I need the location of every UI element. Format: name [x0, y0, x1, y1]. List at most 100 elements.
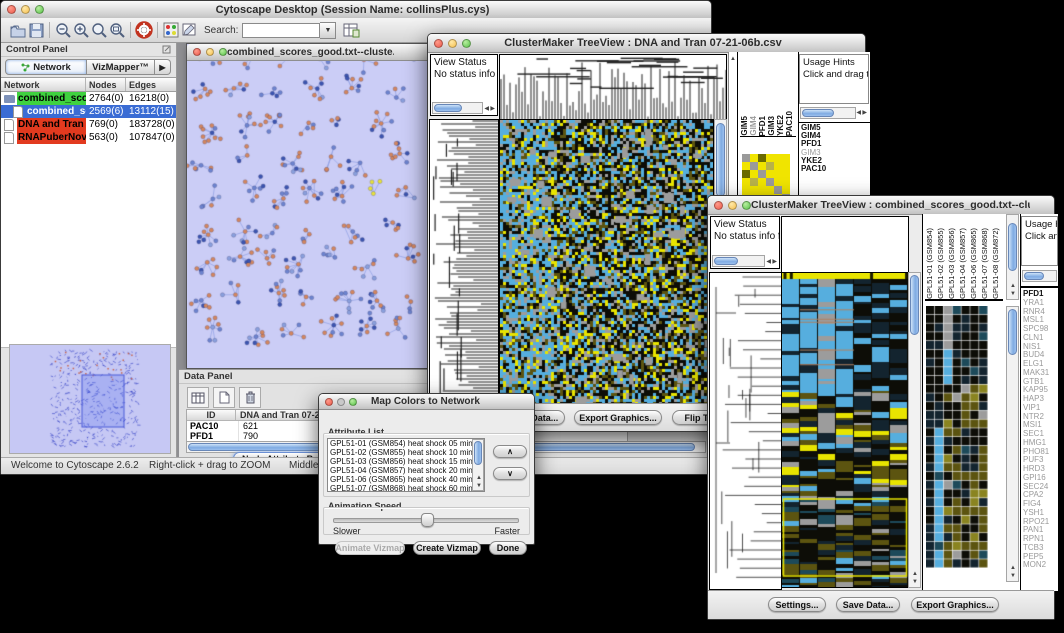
column-label[interactable]: PAC10 [785, 111, 794, 136]
scroll-up-icon[interactable]: ▲ [1010, 565, 1016, 571]
network-table-row[interactable]: DNA and Tran 07 769(0) 183728(0) [1, 118, 176, 131]
column-label[interactable]: GIM4 [749, 116, 758, 136]
tab-overflow-arrow[interactable]: ▶ [155, 59, 171, 75]
network-table-header[interactable]: Network Nodes Edges [1, 77, 176, 92]
scroll-up-icon[interactable]: ▲ [912, 571, 918, 577]
column-label[interactable]: GPL51-03 (GSM856) [947, 228, 958, 299]
row-dendrogram[interactable] [709, 272, 782, 590]
attribute-list-item[interactable]: GPL51-02 (GSM855) heat shock 10 min [328, 448, 484, 457]
column-label[interactable]: GPL51-08 (GSM872) [991, 228, 1002, 299]
network-frame[interactable]: combined_scores_good.txt--cluste... [186, 43, 431, 369]
move-down-button[interactable]: ∨ [493, 467, 527, 480]
minimize-icon[interactable] [206, 48, 214, 56]
open-file-icon[interactable] [9, 21, 27, 39]
network-view-canvas[interactable] [187, 44, 430, 352]
tab-vizmapper[interactable]: VizMapper™ [87, 59, 155, 75]
scroll-right-icon[interactable]: ▶ [772, 259, 777, 265]
attribute-select-icon[interactable] [187, 387, 209, 408]
view-status-hscrollbar[interactable] [712, 255, 765, 267]
vizmapper-icon[interactable] [162, 21, 180, 39]
search-dropdown-button[interactable]: ▼ [320, 22, 336, 39]
animate-vizmap-button[interactable]: Animate Vizmap [335, 541, 405, 555]
search-input[interactable] [242, 23, 320, 38]
treeview2-titlebar[interactable]: ClusterMaker TreeView : combined_scores_… [708, 196, 1054, 215]
scroll-down-icon[interactable]: ▼ [1010, 291, 1016, 297]
scroll-right-icon[interactable]: ▶ [862, 110, 867, 116]
tab-network[interactable]: Network [5, 59, 87, 75]
column-label[interactable]: GPL51-04 (GSM857) [958, 228, 969, 299]
create-vizmap-button[interactable]: Create Vizmap [413, 541, 481, 555]
export-graphics-button[interactable]: Export Graphics... [574, 410, 662, 425]
column-label[interactable]: PFD1 [758, 116, 767, 136]
scroll-up-icon[interactable]: ▲ [1010, 283, 1016, 289]
network-frame-titlebar[interactable]: combined_scores_good.txt--cluste... [187, 44, 430, 61]
scroll-up-icon[interactable]: ▲ [730, 56, 736, 62]
new-attribute-icon[interactable] [213, 387, 235, 408]
move-up-button[interactable]: ∧ [493, 445, 527, 458]
column-label[interactable]: GPL51-07 (GSM868) [980, 228, 991, 299]
column-label[interactable]: GIM3 [767, 116, 776, 136]
row-dendrogram[interactable] [429, 119, 499, 406]
gene-label[interactable]: PAC10 [799, 165, 870, 173]
zoom-in-icon[interactable] [72, 21, 90, 39]
heatmap-canvas[interactable] [499, 119, 714, 406]
dialog-titlebar[interactable]: Map Colors to Network [319, 394, 534, 410]
usage-hints-hscrollbar[interactable] [1022, 270, 1057, 282]
attribute-list-vscrollbar[interactable]: ▲ ▼ [472, 439, 484, 491]
settings-button[interactable]: Settings... [768, 597, 826, 612]
scroll-left-icon[interactable]: ◀ [856, 110, 861, 116]
column-dendrogram-area[interactable] [781, 216, 909, 273]
save-data-button[interactable]: Save Data... [836, 597, 900, 612]
animation-speed-slider[interactable] [333, 513, 519, 525]
delete-attribute-trash-icon[interactable] [239, 387, 261, 408]
column-label[interactable]: GPL51-01 (GSM854) [925, 228, 936, 299]
zoom-window-icon[interactable] [35, 5, 44, 14]
close-icon[interactable] [193, 48, 201, 56]
birdseye-view[interactable] [9, 344, 171, 454]
heatmap-canvas[interactable] [781, 272, 909, 588]
main-titlebar[interactable]: Cytoscape Desktop (Session Name: collins… [1, 1, 711, 19]
close-icon[interactable] [714, 201, 723, 210]
zoom-window-icon[interactable] [462, 39, 471, 48]
zoom-window-icon[interactable] [742, 201, 751, 210]
network-table-row[interactable]: combined_scores 2764(0) 16218(0) [1, 92, 176, 105]
column-label[interactable]: YKE2 [776, 115, 785, 136]
minimize-icon[interactable] [448, 39, 457, 48]
zoomed-heatmap-vscrollbar[interactable]: ▲ ▼ [1006, 306, 1019, 582]
close-icon[interactable] [434, 39, 443, 48]
treeview1-titlebar[interactable]: ClusterMaker TreeView : DNA and Tran 07-… [428, 34, 865, 53]
zoom-fit-icon[interactable] [108, 21, 126, 39]
column-label[interactable]: GIM5 [740, 116, 749, 136]
network-table-row[interactable]: RNAPuberNov2+ 563(0) 107847(0) [1, 131, 176, 144]
network-table-row[interactable]: combined_sco 2569(6) 13112(15) [1, 105, 176, 118]
zoom-window-icon[interactable] [219, 48, 227, 56]
close-icon[interactable] [325, 398, 333, 406]
scroll-down-icon[interactable]: ▼ [1010, 573, 1016, 579]
done-button[interactable]: Done [489, 541, 527, 555]
minimize-icon[interactable] [337, 398, 345, 406]
usage-hints-hscrollbar[interactable] [800, 107, 856, 119]
column-header-id[interactable]: ID [187, 410, 236, 420]
zoom-window-icon[interactable] [349, 398, 357, 406]
window-controls[interactable] [1, 5, 44, 14]
attribute-table-icon[interactable] [342, 21, 360, 39]
column-label[interactable]: GPL51-06 (GSM865) [969, 228, 980, 299]
column-labels-vscrollbar[interactable]: ▲ ▼ [1006, 214, 1019, 300]
scroll-up-icon[interactable]: ▲ [476, 475, 482, 481]
column-label[interactable]: GPL51-02 (GSM855) [936, 228, 947, 299]
minimize-icon[interactable] [21, 5, 30, 14]
heatmap-vscrollbar[interactable]: ▲ ▼ [908, 272, 921, 588]
slider-thumb[interactable] [421, 513, 434, 527]
attribute-list-item[interactable]: GPL51-07 (GSM868) heat shock 60 min [328, 484, 484, 492]
view-status-hscrollbar[interactable] [432, 102, 483, 114]
scroll-left-icon[interactable]: ◀ [484, 106, 489, 112]
help-lifesaver-icon[interactable] [135, 21, 153, 39]
gene-label[interactable]: MON2 [1021, 561, 1058, 570]
zoom-out-icon[interactable] [54, 21, 72, 39]
attribute-list-item[interactable]: GPL51-03 (GSM856) heat shock 15 min [328, 457, 484, 466]
scroll-down-icon[interactable]: ▼ [912, 579, 918, 585]
export-graphics-button[interactable]: Export Graphics... [911, 597, 999, 612]
minimize-icon[interactable] [728, 201, 737, 210]
scroll-down-icon[interactable]: ▼ [476, 483, 482, 489]
zoom-selected-icon[interactable] [90, 21, 108, 39]
